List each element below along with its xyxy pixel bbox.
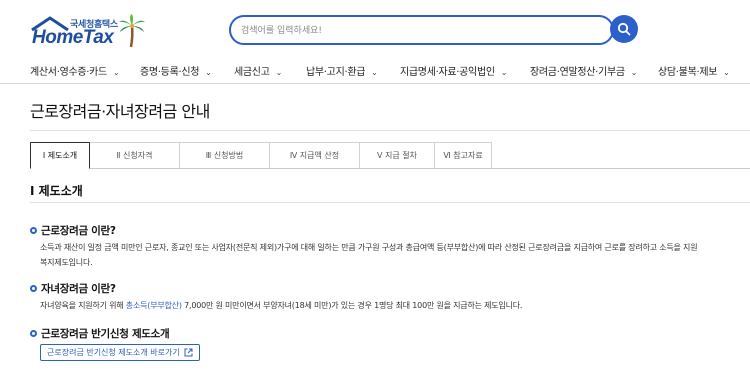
half-year-application-link-button[interactable]: 근로장려금 반기신청 제도소개 바로가기 [40,344,200,361]
search-button[interactable] [610,15,638,43]
nav-item-invoice[interactable]: 계산서·영수증·카드 ⌄ [30,63,120,78]
nav-item-label: 납부·고지·환급 [306,67,366,78]
section-title: Ⅰ 제도소개 [30,184,83,198]
palm-tree-icon [119,14,145,48]
logo-title: HomeTax [32,27,114,48]
main-nav: 계산서·영수증·카드 ⌄ 증명·등록·신청 ⌄ 세금신고 ⌄ 납부·고지·환급 ⌄ 지급… [0,58,750,84]
q2-description: 자녀양육을 지원하기 위해 총소득(부부합산) 7,000만 원 미만이면서 부… [40,298,522,313]
divider [30,202,750,203]
tab-eligibility[interactable]: Ⅱ 신청자격 [90,142,180,169]
nav-item-statements[interactable]: 지급명세·자료·공익법인 ⌄ [400,63,507,78]
tab-calculation[interactable]: Ⅳ 지급액 산정 [270,142,360,169]
chevron-down-icon: ⌄ [723,68,730,77]
external-link-icon [184,348,193,357]
nav-item-label: 계산서·영수증·카드 [30,67,107,78]
link-button-label: 근로장려금 반기신청 제도소개 바로가기 [47,348,180,357]
q1-heading: 근로장려금 이란? [30,223,116,238]
nav-item-label: 세금신고 [234,67,270,78]
nav-item-incentives[interactable]: 장려금·연말정산·기부금 ⌄ [530,63,637,78]
tab-bar: Ⅰ 제도소개 Ⅱ 신청자격 Ⅲ 신청방법 Ⅳ 지급액 산정 Ⅴ 지급 절차 Ⅵ … [30,142,750,169]
search-input[interactable] [241,22,601,40]
circle-bullet-icon [30,330,37,337]
tab-intro[interactable]: Ⅰ 제도소개 [30,142,90,169]
chevron-down-icon: ⌄ [371,68,378,77]
circle-bullet-icon [30,227,37,234]
tab-application[interactable]: Ⅲ 신청방법 [180,142,270,169]
circle-bullet-icon [30,285,37,292]
nav-item-payment[interactable]: 납부·고지·환급 ⌄ [306,63,378,78]
page-title: 근로장려금·자녀장려금 안내 [30,102,210,121]
search-box [229,15,614,45]
chevron-down-icon: ⌄ [205,68,212,77]
divider [30,130,750,131]
search-icon [617,22,631,36]
q2-title: 자녀장려금 이란? [41,283,116,295]
q3-heading: 근로장려금 반기신청 제도소개 [30,326,170,341]
q2-text-pre: 자녀양육을 지원하기 위해 [40,301,126,310]
divider [30,168,750,169]
q1-description-line1: 소득과 재산이 일정 금액 미만인 근로자, 종교인 또는 사업자(전문직 제외… [40,243,698,252]
site-header: 국세청홈택스 HomeTax [0,0,750,58]
nav-item-certificates[interactable]: 증명·등록·신청 ⌄ [140,63,212,78]
nav-item-label: 상담·불복·제보 [658,67,718,78]
q2-heading: 자녀장려금 이란? [30,281,116,296]
nav-item-label: 증명·등록·신청 [140,67,200,78]
nav-item-tax-filing[interactable]: 세금신고 ⌄ [234,63,282,78]
nav-item-consulting[interactable]: 상담·불복·제보 ⌄ [658,63,730,78]
chevron-down-icon: ⌄ [275,68,283,77]
nav-item-label: 지급명세·자료·공익법인 [400,67,495,78]
q1-title: 근로장려금 이란? [41,225,116,237]
nav-item-label: 장려금·연말정산·기부금 [530,67,625,78]
hometax-logo[interactable]: 국세청홈택스 HomeTax [30,14,150,48]
chevron-down-icon: ⌄ [112,68,120,77]
tab-procedure[interactable]: Ⅴ 지급 절차 [360,142,435,169]
total-income-link[interactable]: 총소득(부부합산) [126,301,182,310]
q2-text-post: 7,000만 원 미만이면서 부양자녀(18세 미만)가 있는 경우 1명당 최… [181,301,523,310]
q3-title: 근로장려금 반기신청 제도소개 [41,328,170,340]
q1-description-line2: 복지제도입니다. [40,258,93,267]
chevron-down-icon: ⌄ [500,68,508,77]
tab-references[interactable]: Ⅵ 참고자료 [435,142,492,169]
chevron-down-icon: ⌄ [630,68,638,77]
